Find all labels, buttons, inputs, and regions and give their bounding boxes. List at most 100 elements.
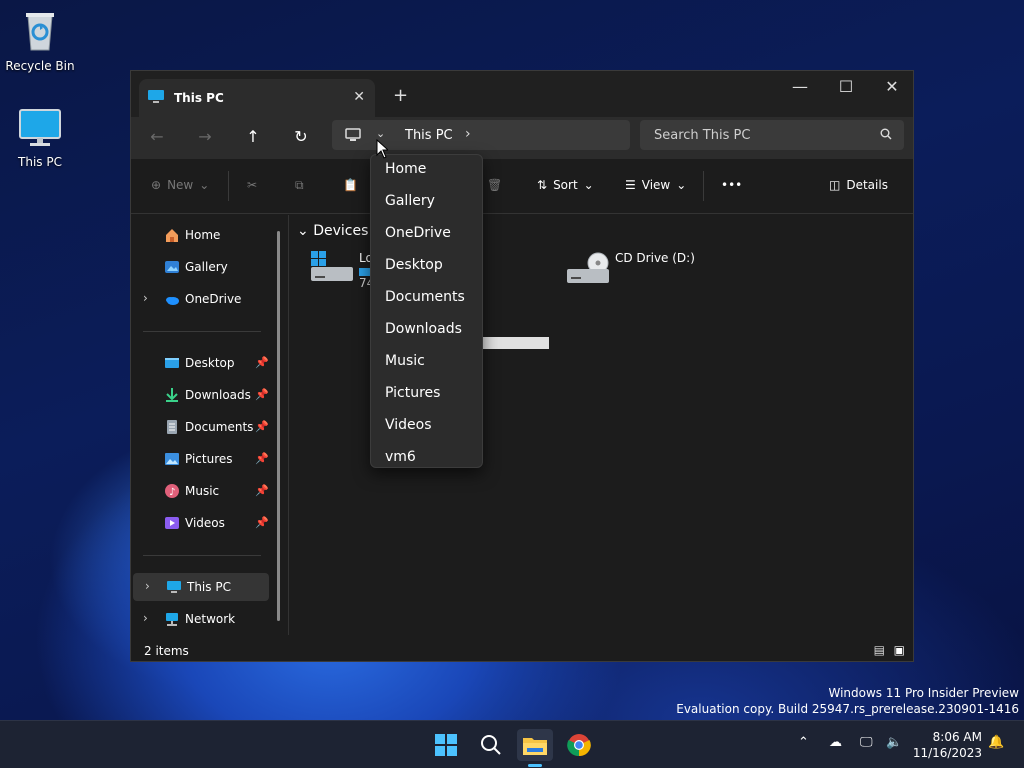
nav-item-onedrive[interactable]: › OneDrive bbox=[131, 285, 271, 313]
up-button[interactable]: ↑ bbox=[241, 127, 265, 146]
pin-icon[interactable]: 📌 bbox=[255, 452, 269, 465]
nav-item-desktop[interactable]: Desktop 📌 bbox=[131, 349, 271, 377]
cd-drive-icon bbox=[565, 251, 611, 290]
watermark-line-1: Windows 11 Pro Insider Preview bbox=[828, 686, 1019, 700]
menu-item-gallery[interactable]: Gallery bbox=[385, 193, 435, 209]
search-icon[interactable] bbox=[473, 729, 509, 761]
cut-icon[interactable]: ✂ bbox=[247, 178, 257, 192]
sort-icon: ⇅ bbox=[537, 178, 548, 192]
network-status-icon[interactable]: 🖵 bbox=[860, 735, 873, 750]
paste-icon[interactable]: 📋 bbox=[343, 178, 358, 192]
active-indicator bbox=[528, 764, 542, 767]
nav-item-this-pc[interactable]: › This PC bbox=[133, 573, 269, 601]
more-options-button[interactable]: ••• bbox=[721, 178, 742, 192]
menu-item-documents[interactable]: Documents bbox=[385, 289, 465, 305]
nav-item-downloads[interactable]: Downloads 📌 bbox=[131, 381, 271, 409]
pin-icon[interactable]: 📌 bbox=[255, 388, 269, 401]
tab-title: This PC bbox=[174, 91, 224, 105]
chrome-icon[interactable] bbox=[561, 729, 597, 761]
menu-item-onedrive[interactable]: OneDrive bbox=[385, 225, 451, 241]
nav-item-label: OneDrive bbox=[185, 292, 242, 306]
close-window-button[interactable]: ✕ bbox=[877, 77, 907, 96]
chevron-right-icon[interactable]: › bbox=[143, 291, 148, 305]
menu-item-videos[interactable]: Videos bbox=[385, 417, 432, 433]
pin-icon[interactable]: 📌 bbox=[255, 484, 269, 497]
menu-item-music[interactable]: Music bbox=[385, 353, 425, 369]
chevron-right-icon[interactable]: › bbox=[145, 579, 150, 593]
maximize-button[interactable]: ☐ bbox=[831, 77, 861, 96]
back-button[interactable]: ← bbox=[145, 127, 169, 146]
nav-item-pictures[interactable]: Pictures 📌 bbox=[131, 445, 271, 473]
taskbar: ⌃ ☁ 🖵 🔈 8:06 AM 11/16/2023 🔔 bbox=[0, 720, 1024, 768]
nav-item-label: This PC bbox=[187, 580, 231, 594]
refresh-button[interactable]: ↻ bbox=[289, 127, 313, 146]
onedrive-offline-icon[interactable]: ☁ bbox=[829, 735, 842, 750]
desktop-icon-this-pc[interactable]: This PC bbox=[0, 108, 80, 169]
clock-time: 8:06 AM bbox=[932, 730, 982, 744]
notification-bell-icon[interactable]: 🔔 bbox=[988, 735, 1004, 750]
group-header-devices[interactable]: ⌄ Devices a bbox=[297, 223, 381, 239]
clock[interactable]: 8:06 AM 11/16/2023 bbox=[913, 729, 982, 761]
view-icon: ☰ bbox=[625, 178, 636, 192]
pin-icon[interactable]: 📌 bbox=[255, 356, 269, 369]
pin-icon[interactable]: 📌 bbox=[255, 420, 269, 433]
search-input[interactable]: Search This PC bbox=[640, 120, 904, 150]
menu-item-desktop[interactable]: Desktop bbox=[385, 257, 443, 273]
chevron-right-icon[interactable]: › bbox=[143, 611, 148, 625]
gallery-icon bbox=[164, 259, 180, 275]
menu-item-vm6[interactable]: vm6 bbox=[385, 449, 416, 465]
details-button[interactable]: ◫ Details bbox=[829, 178, 888, 192]
item-count: 2 items bbox=[144, 644, 189, 658]
videos-icon bbox=[164, 515, 180, 531]
desktop-icon-recycle-bin[interactable]: Recycle Bin bbox=[0, 8, 80, 73]
address-separator-icon[interactable]: › bbox=[465, 126, 471, 142]
copy-icon[interactable]: ⧉ bbox=[295, 178, 304, 193]
music-icon: ♪ bbox=[164, 483, 180, 499]
toolbar-divider bbox=[703, 171, 704, 201]
nav-item-home[interactable]: Home bbox=[131, 221, 271, 249]
menu-item-pictures[interactable]: Pictures bbox=[385, 385, 440, 401]
volume-muted-icon[interactable]: 🔈 bbox=[886, 735, 902, 750]
tab-this-pc[interactable]: This PC ✕ bbox=[139, 79, 375, 117]
view-label: View bbox=[641, 178, 671, 192]
pictures-icon bbox=[164, 451, 180, 467]
nav-item-videos[interactable]: Videos 📌 bbox=[131, 509, 271, 537]
recycle-bin-icon bbox=[0, 8, 80, 55]
drive-local-disk[interactable]: Lo 74 bbox=[309, 251, 374, 290]
pin-icon[interactable]: 📌 bbox=[255, 516, 269, 529]
toolbar-divider bbox=[228, 171, 229, 201]
nav-item-label: Gallery bbox=[185, 260, 228, 274]
nav-item-label: Documents bbox=[185, 420, 254, 434]
new-button[interactable]: ⊕ New ⌄ bbox=[151, 178, 209, 192]
desktop-folder-icon bbox=[164, 355, 180, 371]
show-hidden-icons-chevron-icon[interactable]: ⌃ bbox=[798, 735, 809, 750]
nav-item-music[interactable]: ♪ Music 📌 bbox=[131, 477, 271, 505]
nav-scrollbar[interactable] bbox=[277, 231, 280, 621]
desktop-icon-label: Recycle Bin bbox=[5, 59, 75, 73]
delete-icon[interactable]: 🗑 bbox=[487, 178, 502, 192]
documents-icon bbox=[164, 419, 180, 435]
menu-item-downloads[interactable]: Downloads bbox=[385, 321, 462, 337]
close-tab-icon[interactable]: ✕ bbox=[353, 89, 365, 105]
start-icon[interactable] bbox=[428, 729, 464, 761]
nav-item-network[interactable]: › Network bbox=[131, 605, 271, 633]
drive-cd[interactable]: CD Drive (D:) bbox=[565, 251, 695, 290]
address-path[interactable]: This PC bbox=[405, 128, 453, 143]
tiles-view-icon[interactable]: ▣ bbox=[894, 643, 905, 657]
forward-button[interactable]: → bbox=[193, 127, 217, 146]
nav-divider bbox=[143, 555, 261, 556]
sort-button[interactable]: ⇅ Sort ⌄ bbox=[537, 178, 594, 192]
mouse-cursor-icon bbox=[376, 138, 390, 162]
clock-date: 11/16/2023 bbox=[912, 746, 982, 760]
menu-item-home[interactable]: Home bbox=[385, 161, 426, 177]
nav-item-gallery[interactable]: Gallery bbox=[131, 253, 271, 281]
details-pane-icon: ◫ bbox=[829, 178, 841, 192]
cloud-icon bbox=[164, 291, 180, 307]
new-tab-button[interactable]: + bbox=[393, 85, 408, 106]
minimize-button[interactable]: — bbox=[785, 77, 815, 96]
details-view-icon[interactable]: ▤ bbox=[874, 643, 885, 657]
file-explorer-icon[interactable] bbox=[517, 729, 553, 767]
view-button[interactable]: ☰ View ⌄ bbox=[625, 178, 686, 192]
file-explorer-window: This PC ✕ + — ☐ ✕ ← → ↑ ↻ ⌄ This PC › Se… bbox=[130, 70, 914, 662]
nav-item-documents[interactable]: Documents 📌 bbox=[131, 413, 271, 441]
